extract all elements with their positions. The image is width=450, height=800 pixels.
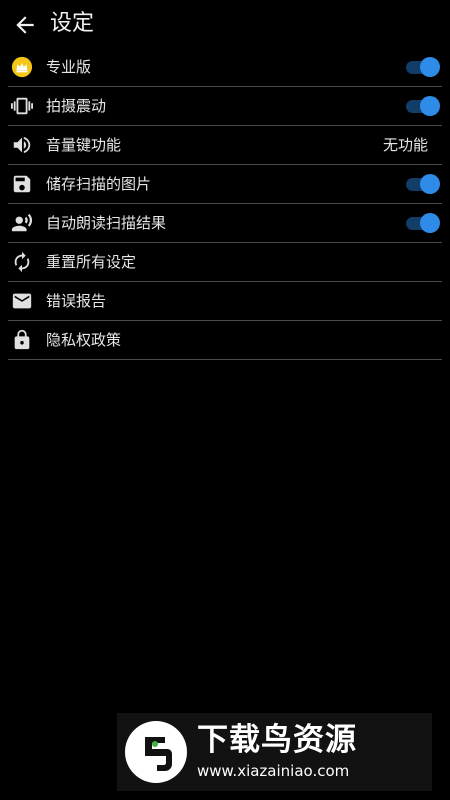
auto-read-toggle[interactable] (406, 212, 440, 234)
toggle-knob (420, 213, 440, 233)
settings-item-auto-read[interactable]: 自动朗读扫描结果 (8, 204, 442, 243)
vibration-toggle[interactable] (406, 95, 440, 117)
settings-item-label: 专业版 (46, 58, 92, 76)
settings-item-label: 错误报告 (46, 292, 107, 310)
vibration-icon (11, 97, 33, 115)
settings-item-shutter-vibration[interactable]: 拍摄震动 (8, 87, 442, 126)
toggle-knob (420, 96, 440, 116)
settings-item-label: 自动朗读扫描结果 (46, 214, 167, 232)
toggle-knob (420, 174, 440, 194)
watermark-url: www.xiazainiao.com (197, 762, 350, 780)
bird-logo-icon (125, 721, 187, 783)
page-title: 设定 (50, 11, 95, 36)
settings-item-label: 重置所有设定 (46, 253, 137, 271)
save-images-toggle[interactable] (406, 173, 440, 195)
app-bar: 设定 (0, 0, 450, 48)
volume-key-value: 无功能 (382, 136, 428, 154)
settings-item-pro[interactable]: 专业版 (8, 48, 442, 87)
watermark-banner: 下载鸟资源 www.xiazainiao.com (117, 713, 432, 791)
settings-item-label: 拍摄震动 (46, 97, 107, 115)
lock-icon (14, 329, 30, 350)
settings-list: 专业版 拍摄震动 音量键功能 无功能 储存扫描的图片 自动朗读扫描结果 重置所有… (8, 48, 442, 360)
settings-item-bug-report[interactable]: 错误报告 (8, 282, 442, 321)
settings-item-volume-key[interactable]: 音量键功能 无功能 (8, 126, 442, 165)
arrow-back-icon[interactable] (12, 12, 38, 38)
settings-item-reset[interactable]: 重置所有设定 (8, 243, 442, 282)
refresh-icon (14, 251, 30, 273)
settings-item-save-images[interactable]: 储存扫描的图片 (8, 165, 442, 204)
pro-toggle[interactable] (406, 56, 440, 78)
volume-icon (13, 136, 31, 154)
save-icon (13, 175, 31, 193)
crown-icon (11, 56, 33, 78)
settings-item-label: 储存扫描的图片 (46, 175, 152, 193)
speaker-person-icon (11, 213, 33, 232)
watermark-title: 下载鸟资源 (197, 722, 357, 758)
toggle-knob (420, 57, 440, 77)
settings-item-label: 隐私权政策 (46, 331, 122, 349)
settings-item-privacy-policy[interactable]: 隐私权政策 (8, 321, 442, 360)
mail-icon (12, 293, 32, 309)
settings-item-label: 音量键功能 (46, 136, 122, 154)
